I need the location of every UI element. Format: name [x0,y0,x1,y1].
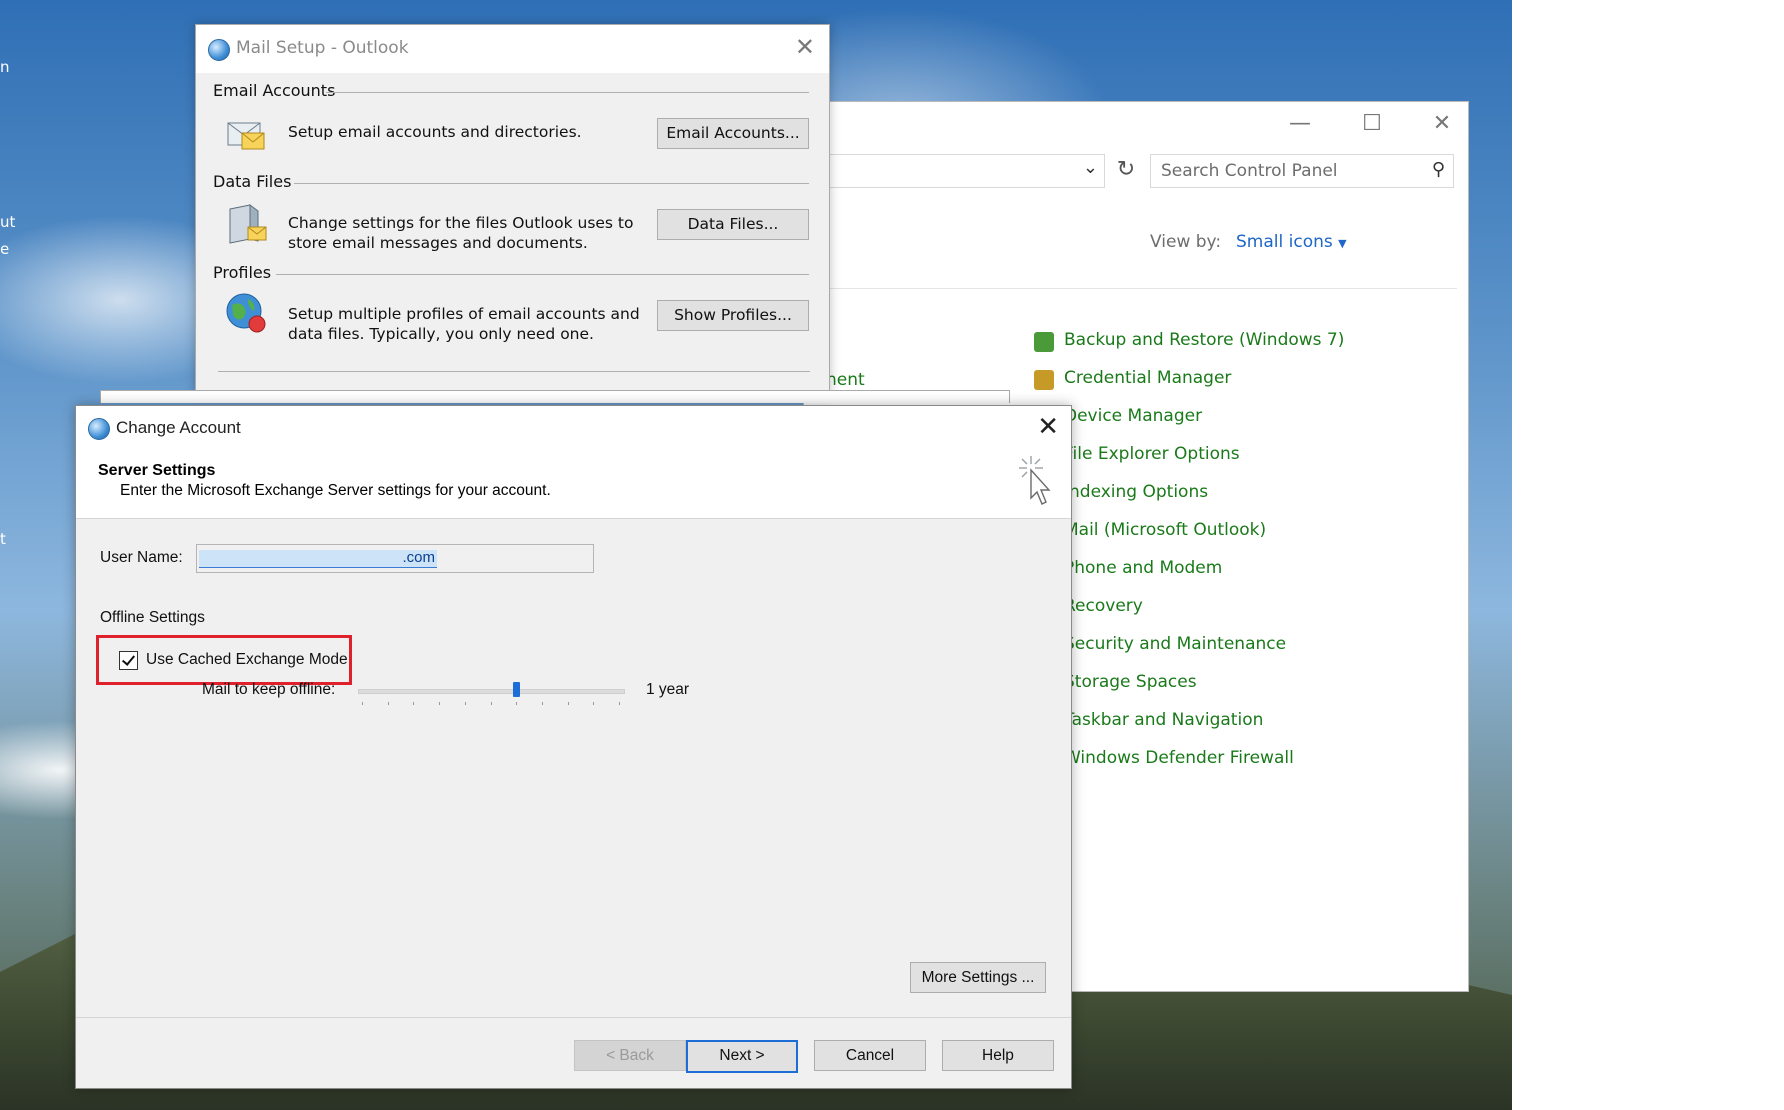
slider-tick [387,702,389,705]
control-panel-item-label: Recovery [1064,596,1143,616]
profiles-icon [226,293,266,333]
change-account-title: Change Account [116,418,241,437]
offline-slider-track[interactable] [358,689,625,694]
view-by-dropdown[interactable]: Small icons ▼ [1236,232,1347,252]
divider [294,183,809,184]
search-placeholder: Search Control Panel [1161,161,1338,181]
control-panel-item-label: Device Manager [1064,406,1203,426]
slider-tick [567,702,569,705]
desktop-icon-label[interactable]: ut [0,213,15,231]
mail-setup-titlebar: Mail Setup - Outlook ✕ [196,25,829,73]
control-panel-item-label: Windows Defender Firewall [1064,748,1294,768]
desktop-icon-label[interactable]: t [0,530,6,548]
divider [218,371,810,372]
view-by-label: View by: [1150,232,1222,252]
server-settings-heading: Server Settings [98,462,216,479]
cached-mode-checkbox[interactable] [119,651,138,670]
change-account-dialog: Change Account ✕ Server Settings Enter t… [75,405,1072,1089]
slider-tick [516,702,518,705]
next-button[interactable]: Next > [686,1040,798,1073]
show-profiles-button[interactable]: Show Profiles... [657,300,809,331]
mail-offline-value: 1 year [646,681,690,698]
divider [326,92,809,93]
desktop-icon-label[interactable]: n [0,58,10,76]
credential-icon [1034,370,1054,390]
chevron-down-icon[interactable]: ⌄ [1083,157,1098,178]
divider [804,288,1457,289]
outlook-globe-icon [88,418,110,440]
change-account-header: Change Account ✕ Server Settings Enter t… [76,406,1071,519]
slider-tick [464,702,466,705]
background-dialog [100,390,1010,403]
more-settings-button[interactable]: More Settings ... [910,962,1046,993]
control-panel-item-label: Indexing Options [1064,482,1209,502]
divider [76,1017,1071,1018]
selected-text: .com [199,549,437,568]
data-files-button[interactable]: Data Files... [657,209,809,240]
back-button[interactable]: < Back [574,1040,686,1071]
maximize-icon[interactable]: ☐ [1360,112,1384,136]
slider-tick [490,702,492,705]
user-name-label: User Name: [100,549,183,566]
user-name-value: .com [402,549,435,566]
control-panel-item-label: Credential Manager [1064,368,1232,388]
backup-icon [1034,332,1054,352]
close-icon[interactable]: ✕ [1430,112,1454,136]
control-panel-item-label: Security and Maintenance [1064,634,1287,654]
desktop-icon-label[interactable]: e [0,240,9,258]
address-bar[interactable]: ⌄ [804,154,1105,188]
slider-tick [413,702,415,705]
section-profiles: Profiles [213,263,272,282]
offline-settings-label: Offline Settings [100,609,205,626]
divider [276,274,809,275]
offline-slider-thumb[interactable] [513,682,521,697]
view-by-value: Small icons [1236,232,1333,252]
control-panel-item-label: Mail (Microsoft Outlook) [1064,520,1267,540]
data-files-icon [229,204,267,244]
minimize-icon[interactable]: — [1288,112,1312,136]
close-icon[interactable]: ✕ [795,33,815,61]
cached-mode-label[interactable]: Use Cached Exchange Mode [146,651,348,669]
control-panel-item-label: Taskbar and Navigation [1064,710,1264,730]
email-accounts-icon [227,122,265,150]
data-files-description: Change settings for the files Outlook us… [288,214,634,252]
slider-tick [541,702,543,705]
control-panel-item-partial[interactable]: nent [826,370,865,390]
slider-tick [362,702,363,705]
section-email-accounts: Email Accounts [213,81,336,100]
profiles-description: Setup multiple profiles of email account… [288,305,640,343]
cursor-sparkle-icon [1019,456,1051,505]
email-accounts-description: Setup email accounts and directories. [288,123,582,141]
outlook-globe-icon [208,39,230,61]
control-panel-item-label: Phone and Modem [1064,558,1223,578]
section-data-files: Data Files [213,172,292,191]
email-accounts-button[interactable]: Email Accounts... [657,118,809,149]
slider-tick [593,702,595,705]
mail-setup-title: Mail Setup - Outlook [236,38,409,58]
control-panel-item-label: Backup and Restore (Windows 7) [1064,330,1345,350]
cancel-button[interactable]: Cancel [814,1040,926,1071]
search-icon[interactable]: ⚲ [1432,159,1445,180]
slider-tick [619,702,620,705]
slider-tick [439,702,441,705]
refresh-icon[interactable]: ↻ [1110,154,1142,186]
server-settings-subheading: Enter the Microsoft Exchange Server sett… [120,482,551,499]
search-input[interactable]: Search Control Panel ⚲ [1150,154,1454,188]
user-name-field[interactable]: .com [196,544,594,573]
help-button[interactable]: Help [942,1040,1054,1071]
close-icon[interactable]: ✕ [1037,412,1059,442]
caret-down-icon: ▼ [1338,237,1347,250]
control-panel-item-label: Storage Spaces [1064,672,1197,692]
control-panel-item-label: File Explorer Options [1064,444,1240,464]
mail-setup-dialog: Mail Setup - Outlook ✕ Email Accounts Se… [195,24,830,397]
mail-offline-label: Mail to keep offline: [202,681,336,698]
